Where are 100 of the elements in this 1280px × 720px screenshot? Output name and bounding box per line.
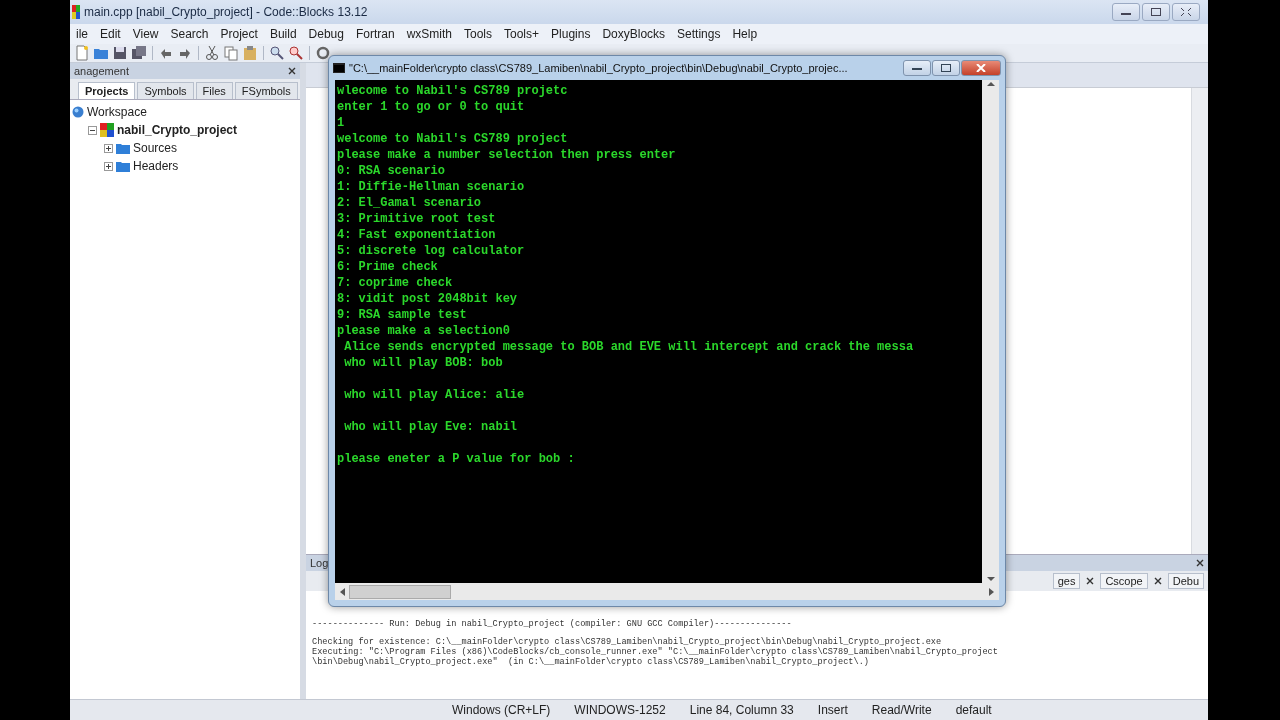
status-item: default xyxy=(954,703,993,717)
menu-item[interactable]: Help xyxy=(726,27,764,41)
replace-icon[interactable] xyxy=(288,45,304,61)
console-line: 4: Fast exponentiation xyxy=(337,227,497,243)
log-line: Checking for existence: C:\__mainFolder\crypto class\CS789_Lamiben\nabil_Crypto_project\bin\Debug\nabil_Crypto_project.exe xyxy=(312,637,943,647)
menu-item[interactable]: Debug xyxy=(302,27,350,41)
menu-item[interactable]: Fortran xyxy=(349,27,401,41)
vertical-scrollbar[interactable] xyxy=(1191,88,1208,554)
menu-item[interactable]: Plugins xyxy=(545,27,597,41)
menu-item[interactable]: Edit xyxy=(94,27,127,41)
log-tab[interactable]: ges xyxy=(1052,573,1081,589)
console-line: who will play Eve: nabil xyxy=(343,419,519,435)
menu-item[interactable]: ile xyxy=(70,27,94,41)
fullscreen-icon xyxy=(1181,8,1191,16)
minimize-icon xyxy=(912,65,922,71)
panel-tab[interactable]: Symbols xyxy=(137,82,194,99)
console-line: 8: vidit post 2048bit key xyxy=(337,291,519,307)
menu-item[interactable]: Build xyxy=(263,27,303,41)
tree-item[interactable]: Workspace xyxy=(87,105,147,119)
close-icon xyxy=(976,64,986,72)
console-line: 5: discrete log calculator xyxy=(337,243,526,259)
fullscreen-button[interactable] xyxy=(1172,3,1200,21)
minimize-button[interactable] xyxy=(1112,3,1140,21)
panel-tab[interactable]: Files xyxy=(195,82,233,99)
restore-button[interactable] xyxy=(1142,3,1170,21)
console-line: please eneter a P value for bob : xyxy=(337,451,576,467)
console-line: 0: RSA scenario xyxy=(337,163,447,179)
window-title: main.cpp [nabil_Crypto_project] - Code::Blocks 13.12 xyxy=(84,5,368,19)
tree-item[interactable]: nabil_Crypto_project xyxy=(117,123,238,137)
copy-icon[interactable] xyxy=(223,45,239,61)
menu-item[interactable]: wxSmith xyxy=(400,27,458,41)
globe-icon xyxy=(72,106,84,118)
status-item: Line 84, Column 33 xyxy=(688,703,795,717)
log-tab[interactable]: Cscope xyxy=(1100,573,1148,589)
folder-icon xyxy=(116,142,130,154)
menu-item[interactable]: Settings xyxy=(671,27,727,41)
cut-icon[interactable] xyxy=(204,45,220,61)
save-icon[interactable] xyxy=(112,45,128,61)
log-tab[interactable]: Debu xyxy=(1167,573,1204,589)
menu-item[interactable]: Project xyxy=(214,27,264,41)
horizontal-scrollbar[interactable] xyxy=(335,583,999,600)
console-line: please make a number selection then press enter xyxy=(337,147,677,163)
console-line: enter 1 to go or 0 to quit xyxy=(337,99,526,115)
console-title: "C:\__mainFolder\crypto class\CS789_Lamiben\nabil_Crypto_project\bin\Debug\nabil_Crypto_projec... xyxy=(349,62,848,74)
scroll-left-icon[interactable] xyxy=(339,587,345,596)
folder-icon xyxy=(116,160,130,172)
console-line: who will play BOB: bob xyxy=(343,355,504,371)
expand-icon[interactable] xyxy=(104,143,113,153)
menu-item[interactable]: Search xyxy=(164,27,215,41)
panel-title: Log xyxy=(310,557,329,569)
expand-icon[interactable] xyxy=(104,161,113,171)
scroll-thumb[interactable] xyxy=(349,584,451,599)
collapse-icon[interactable] xyxy=(88,125,97,135)
panel-tab[interactable]: Projects xyxy=(78,82,136,99)
console-line: who will play Alice: alie xyxy=(343,387,526,403)
project-icon xyxy=(100,123,114,137)
maximize-button[interactable] xyxy=(932,60,960,76)
search-icon[interactable] xyxy=(269,45,285,61)
scroll-right-icon[interactable] xyxy=(989,587,995,596)
status-item: Insert xyxy=(816,703,849,717)
close-icon[interactable] xyxy=(1086,577,1095,585)
console-icon xyxy=(333,63,345,73)
tree-item[interactable]: Headers xyxy=(133,159,179,173)
console-line: 9: RSA sample test xyxy=(337,307,468,323)
console-line: 3: Primitive root test xyxy=(337,211,497,227)
menu-item[interactable]: DoxyBlocks xyxy=(596,27,672,41)
console-line: 7: coprime check xyxy=(337,275,454,291)
console-line: 1 xyxy=(337,115,346,131)
restore-icon xyxy=(1151,8,1161,16)
maximize-icon xyxy=(941,64,951,72)
console-line: please make a selection0 xyxy=(337,323,511,339)
console-window[interactable] xyxy=(328,55,1006,607)
gear-icon[interactable] xyxy=(315,45,331,61)
status-item: WINDOWS-1252 xyxy=(573,703,667,717)
console-line: Alice sends encrypted message to BOB and EVE will intercept and crack the messa xyxy=(343,339,915,355)
status-item: Read/Write xyxy=(870,703,933,717)
console-line: 1: Diffie-Hellman scenario xyxy=(337,179,526,195)
close-icon[interactable] xyxy=(1153,577,1162,585)
close-icon[interactable] xyxy=(1196,559,1204,567)
menu-item[interactable]: Tools+ xyxy=(498,27,546,41)
panel-tab[interactable]: FSymbols xyxy=(234,82,298,99)
save-all-icon[interactable] xyxy=(131,45,147,61)
menu-item[interactable]: Tools xyxy=(458,27,498,41)
vertical-scrollbar[interactable] xyxy=(982,80,999,583)
status-item: Windows (CR+LF) xyxy=(451,703,552,717)
panel-title: anagement xyxy=(74,65,130,77)
paste-icon[interactable] xyxy=(242,45,258,61)
console-line: 6: Prime check xyxy=(337,259,439,275)
close-icon[interactable] xyxy=(288,67,296,75)
menu-item[interactable]: View xyxy=(126,27,165,41)
tree-item[interactable]: Sources xyxy=(133,141,178,155)
log-line: -------------- Run: Debug in nabil_Crypto_project (compiler: GNU GCC Compiler)--------------- xyxy=(312,619,793,629)
console-line: welcome to Nabil's CS789 project xyxy=(337,131,569,147)
app-icon xyxy=(72,5,80,19)
log-line: \bin\Debug\nabil_Crypto_project.exe" (in C:\__mainFolder\crypto class\CS789_Lamiben\nabil_Crypto_project\.) xyxy=(312,657,870,667)
minimize-button[interactable] xyxy=(903,60,931,76)
log-line: Executing: "C:\Program Files (x86)\CodeBlocks/cb_console_runner.exe" "C:\__mainFolder\crypto class\CS789_Lamiben\nabil_Crypto_project xyxy=(312,647,999,657)
console-line: 2: El_Gamal scenario xyxy=(337,195,483,211)
console-line: wlecome to Nabil's CS789 projetc xyxy=(337,83,569,99)
close-button[interactable] xyxy=(961,60,1001,76)
